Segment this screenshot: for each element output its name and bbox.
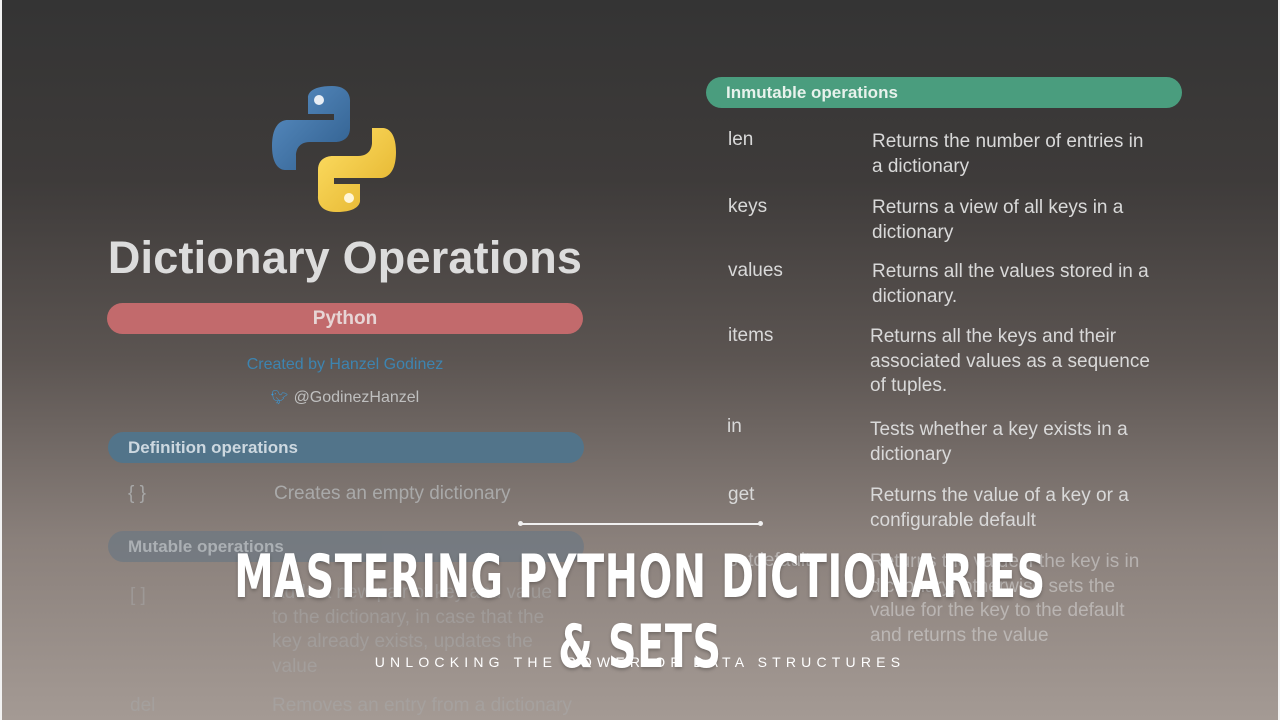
twitter-handle-text: @GodinezHanzel	[293, 389, 420, 406]
op-desc-values: Returns all the values stored in a dictio…	[872, 261, 1149, 307]
op-desc-items: Returns all the keys and their associated…	[870, 326, 1150, 396]
python-pill: Python	[107, 303, 583, 334]
op-key-keys: keys	[728, 196, 768, 217]
created-by-link[interactable]: Created by Hanzel Godinez	[0, 356, 690, 374]
twitter-bird-icon: 🐦︎	[270, 389, 289, 405]
twitter-handle[interactable]: 🐦︎ @GodinezHanzel	[0, 389, 690, 407]
op-key-len: len	[728, 129, 754, 150]
op-desc-in: Tests whether a key exists in a dictionar…	[870, 419, 1128, 465]
definition-operations-header: Definition operations	[108, 432, 584, 463]
definition-desc: Creates an empty dictionary	[274, 483, 511, 504]
op-key-in: in	[727, 416, 742, 437]
op-key-items: items	[728, 325, 774, 346]
op-desc-len: Returns the number of entries in a dictio…	[872, 131, 1144, 177]
page-title: Dictionary Operations	[107, 232, 583, 283]
python-logo-icon	[272, 86, 396, 212]
op-desc-get: Returns the value of a key or a configura…	[870, 485, 1129, 531]
inmutable-operations-header: Inmutable operations	[706, 77, 1182, 108]
mutable-desc-del: Removes an entry from a dictionary	[272, 695, 572, 716]
mutable-key-brackets: [ ]	[130, 585, 146, 606]
op-desc-keys: Returns a view of all keys in a dictionar…	[872, 197, 1124, 243]
definition-key: { }	[128, 483, 146, 504]
mutable-key-del: del	[130, 695, 156, 716]
overlay-subtitle: UNLOCKING THE POWER OF DATA STRUCTURES	[374, 654, 906, 670]
op-key-get: get	[728, 484, 755, 505]
op-key-values: values	[728, 260, 783, 281]
title-divider	[518, 521, 763, 526]
